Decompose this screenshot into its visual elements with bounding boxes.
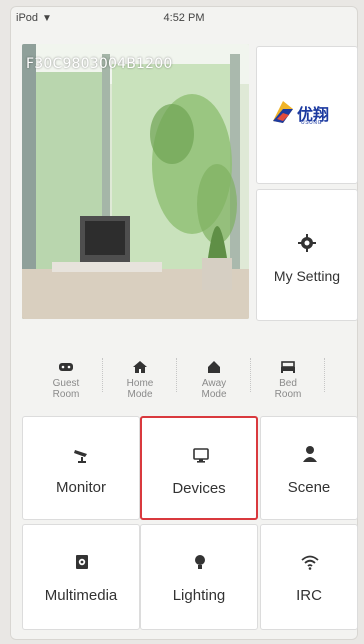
mode-bar: Guest Room Home Mode Away Mode Bed Room xyxy=(34,350,358,416)
mode-label-line2: Room xyxy=(274,389,302,400)
mode-divider xyxy=(176,358,177,392)
brand-logo: 优翔 USUNG xyxy=(271,99,347,129)
bulb-icon xyxy=(195,555,205,569)
camera-icon xyxy=(74,450,87,463)
irc-label: IRC xyxy=(296,587,322,604)
room-photo-image xyxy=(22,44,249,319)
mode-guest-room[interactable]: Guest Room xyxy=(34,350,98,416)
person-icon xyxy=(303,446,317,462)
status-bar: iPod ▼ 4:52 PM xyxy=(10,6,358,30)
mode-bed-room[interactable]: Bed Room xyxy=(256,350,320,416)
away-house-icon xyxy=(208,361,220,373)
guest-room-icon xyxy=(59,363,73,371)
mode-divider xyxy=(102,358,103,392)
my-setting-button[interactable]: My Setting xyxy=(256,189,358,321)
mode-label-line1: Guest xyxy=(52,378,80,389)
monitor-button[interactable]: Monitor xyxy=(22,416,140,520)
home-icon xyxy=(133,361,147,373)
mode-divider xyxy=(250,358,251,392)
my-setting-label: My Setting xyxy=(273,268,341,284)
monitor-label: Monitor xyxy=(55,479,107,496)
scene-label: Scene xyxy=(287,479,331,496)
devices-button[interactable]: Devices xyxy=(140,416,258,520)
multimedia-button[interactable]: Multimedia xyxy=(22,524,140,630)
monitor-icon xyxy=(193,448,209,463)
mode-label-line1: Bed xyxy=(279,378,297,389)
brand-subtitle: USUNG xyxy=(301,120,323,126)
irc-button[interactable]: IRC xyxy=(260,524,358,630)
brand-logo-icon xyxy=(273,101,293,123)
speaker-icon xyxy=(76,555,88,569)
mode-home[interactable]: Home Mode xyxy=(108,350,172,416)
multimedia-label: Multimedia xyxy=(44,587,118,604)
mode-label-line1: Home xyxy=(126,378,154,389)
bed-icon xyxy=(281,361,295,373)
gear-icon xyxy=(298,234,316,252)
devices-label: Devices xyxy=(172,480,226,497)
mode-away[interactable]: Away Mode xyxy=(182,350,246,416)
lighting-button[interactable]: Lighting xyxy=(140,524,258,630)
mode-divider xyxy=(324,358,325,392)
device-id-label: F30C9803004B1200 xyxy=(26,56,173,72)
status-time: 4:52 PM xyxy=(163,12,205,24)
brand-tile: 优翔 USUNG xyxy=(256,46,358,184)
wifi-icon xyxy=(301,555,319,570)
app-screen: iPod ▼ 4:52 PM F30C9803004B1200 优翔 USUNG… xyxy=(10,6,358,640)
mode-label-line2: Room xyxy=(52,389,80,400)
mode-label-line2: Mode xyxy=(201,389,227,400)
room-photo[interactable]: F30C9803004B1200 xyxy=(22,44,249,319)
mode-label-line2: Mode xyxy=(127,389,153,400)
lighting-label: Lighting xyxy=(172,587,226,604)
mode-label-line1: Away xyxy=(201,378,227,389)
scene-button[interactable]: Scene xyxy=(260,416,358,520)
